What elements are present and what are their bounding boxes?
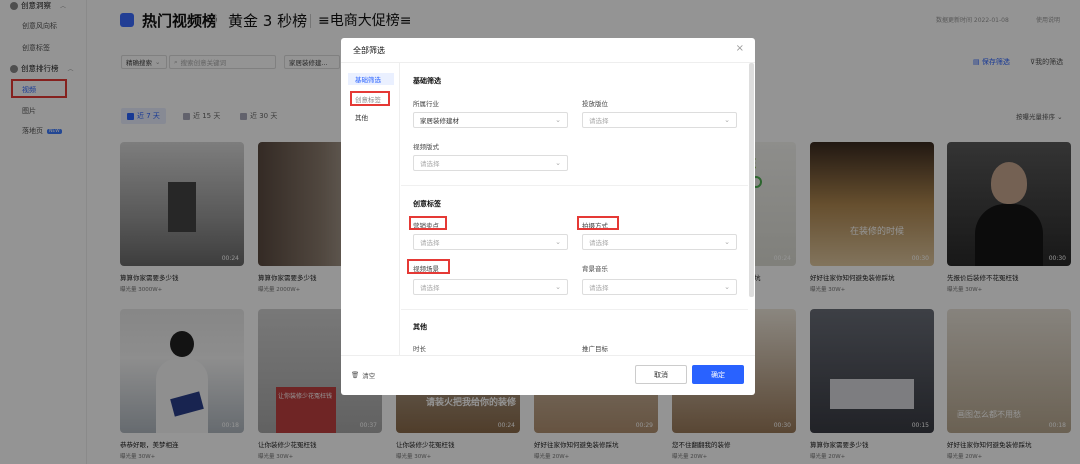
nav-creative-tags[interactable]: 创意标签 [348,93,394,105]
shooting-label: 拍摄方式 [582,222,608,230]
duration-label: 时长 [413,345,426,353]
placement-label: 投放版位 [582,100,608,108]
modal-content: 基础筛选 所属行业 家居装修建材 ⌄ 投放版位 请选择 ⌄ 视频版式 请选择 ⌄ 创意… [401,63,748,355]
chevron-down-icon: ⌄ [555,238,561,246]
selling-point-placeholder: 请选择 [420,239,440,247]
confirm-button[interactable]: 确定 [692,365,744,384]
chevron-down-icon: ⌄ [555,116,561,124]
format-label: 视频版式 [413,143,439,151]
divider [341,355,755,356]
clear-label: 清空 [362,372,376,380]
industry-select[interactable]: 家居装修建材 ⌄ [413,112,568,128]
placement-placeholder: 请选择 [589,117,609,125]
filter-modal: 全部筛选 × 基础筛选 创意标签 其他 基础筛选 所属行业 家居装修建材 ⌄ 投放… [341,38,755,395]
scene-label: 视频场景 [413,265,439,273]
music-placeholder: 请选择 [589,284,609,292]
chevron-down-icon: ⌄ [724,283,730,291]
nav-other[interactable]: 其他 [348,111,394,123]
shooting-select[interactable]: 请选择 ⌄ [582,234,737,250]
music-label: 背景音乐 [582,265,608,273]
divider [401,309,748,310]
chevron-down-icon: ⌄ [724,238,730,246]
placement-select[interactable]: 请选择 ⌄ [582,112,737,128]
chevron-down-icon: ⌄ [555,283,561,291]
format-select[interactable]: 请选择 ⌄ [413,155,568,171]
modal-title: 全部筛选 [353,46,385,55]
cancel-button[interactable]: 取消 [635,365,687,384]
section-other-title: 其他 [413,323,427,331]
nav-basic-filter[interactable]: 基础筛选 [348,73,394,85]
scene-placeholder: 请选择 [420,284,440,292]
goal-label: 推广目标 [582,345,608,353]
music-select[interactable]: 请选择 ⌄ [582,279,737,295]
section-basic-title: 基础筛选 [413,77,441,85]
selling-point-select[interactable]: 请选择 ⌄ [413,234,568,250]
industry-value: 家居装修建材 [420,117,459,125]
chevron-down-icon: ⌄ [555,159,561,167]
modal-nav: 基础筛选 创意标签 其他 [341,63,400,355]
modal-scrollbar[interactable] [749,63,754,297]
divider [401,185,748,186]
trash-icon: 🗑 [351,371,360,379]
section-creative-title: 创意标签 [413,200,441,208]
chevron-down-icon: ⌄ [724,116,730,124]
industry-label: 所属行业 [413,100,439,108]
format-placeholder: 请选择 [420,160,440,168]
selling-point-label: 营销卖点 [413,222,439,230]
close-icon[interactable]: × [736,43,744,54]
clear-button[interactable]: 🗑 清空 [351,370,375,380]
scene-select[interactable]: 请选择 ⌄ [413,279,568,295]
shooting-placeholder: 请选择 [589,239,609,247]
